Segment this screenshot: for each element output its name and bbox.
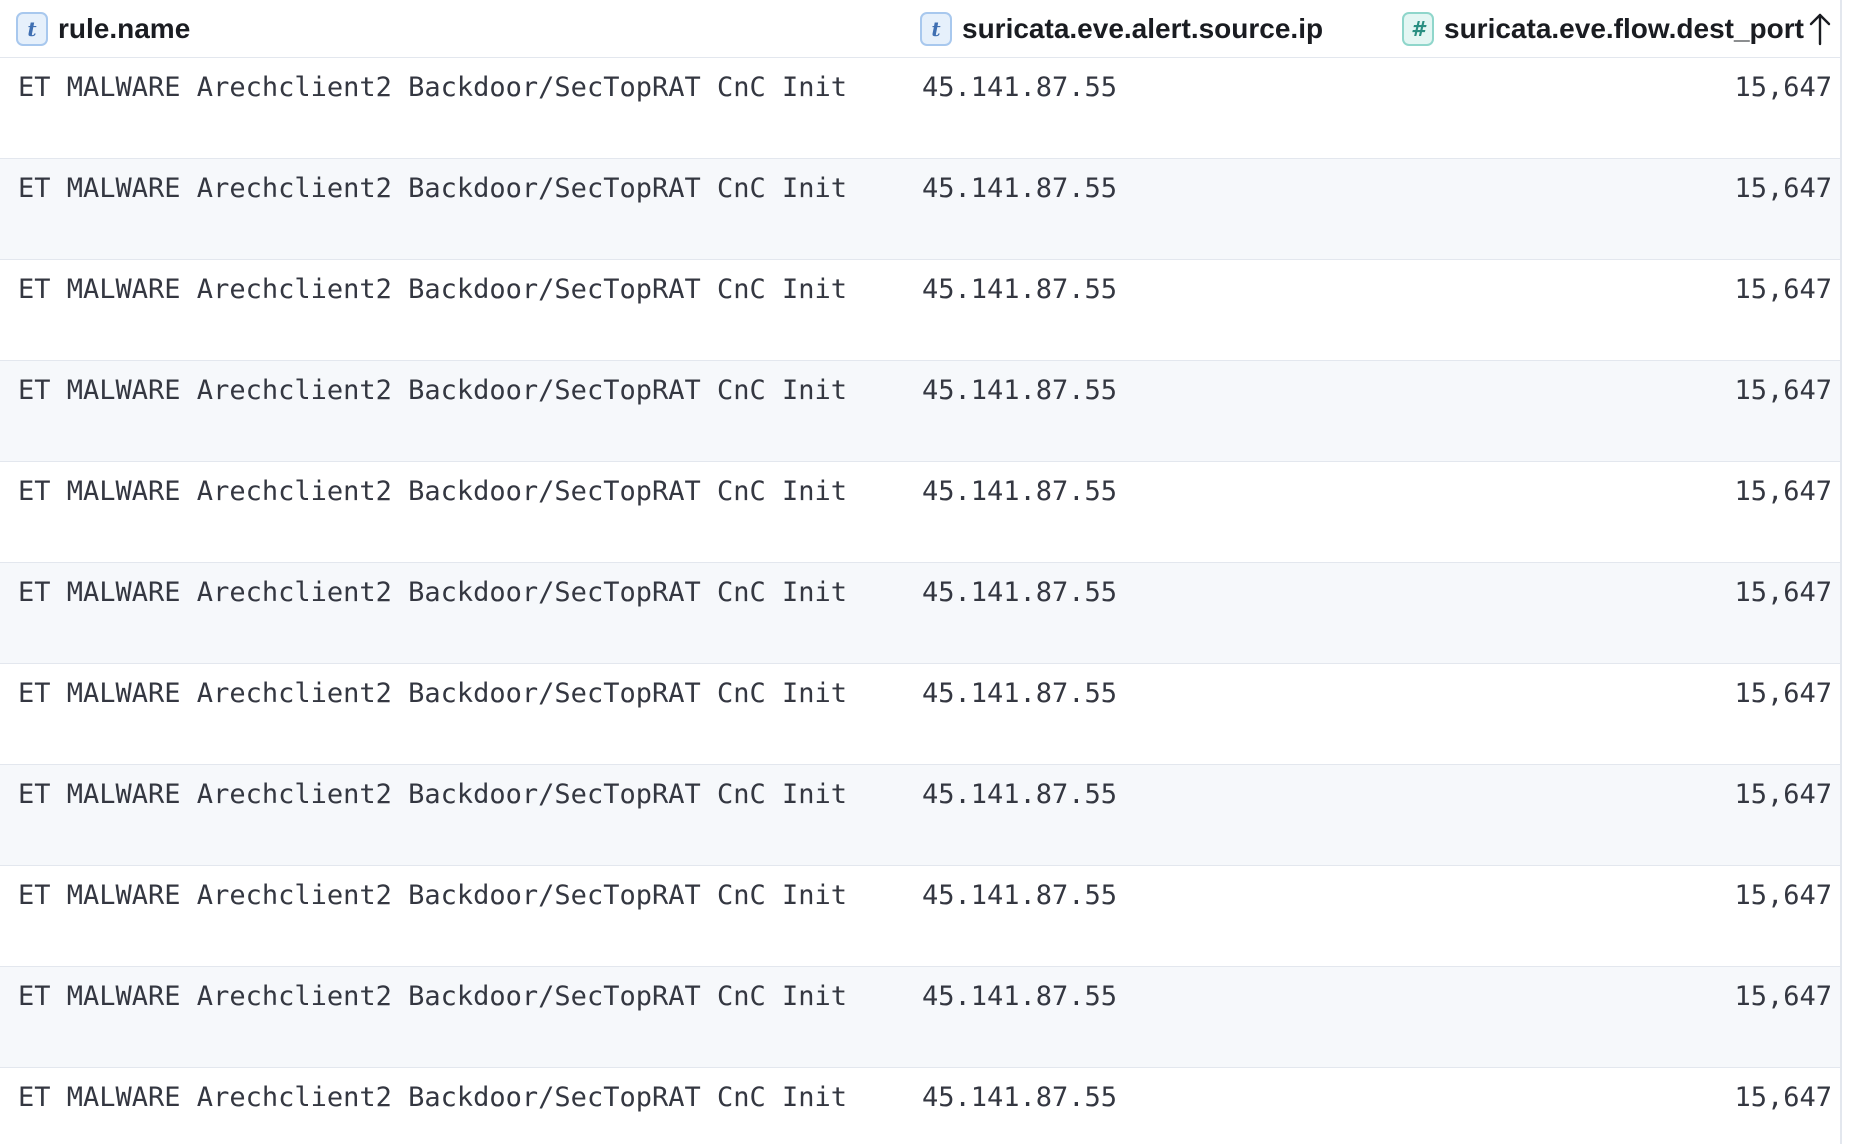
table-row[interactable]: ET MALWARE Arechclient2 Backdoor/SecTopR… <box>0 462 1840 563</box>
table-row[interactable]: ET MALWARE Arechclient2 Backdoor/SecTopR… <box>0 563 1840 664</box>
column-header-label: suricata.eve.alert.source.ip <box>962 13 1324 44</box>
cell-dest-port: 15,647 <box>1734 577 1832 608</box>
data-table: t rule.name t suricata.eve.alert.source.… <box>0 0 1842 1144</box>
cell-rule-name: ET MALWARE Arechclient2 Backdoor/SecTopR… <box>18 173 848 204</box>
cell-rule-name: ET MALWARE Arechclient2 Backdoor/SecTopR… <box>18 981 848 1012</box>
cell-rule-name: ET MALWARE Arechclient2 Backdoor/SecTopR… <box>18 678 848 709</box>
cell-source-ip: 45.141.87.55 <box>922 375 1118 406</box>
cell-source-ip: 45.141.87.55 <box>922 678 1118 709</box>
table-row[interactable]: ET MALWARE Arechclient2 Backdoor/SecTopR… <box>0 361 1840 462</box>
cell-source-ip: 45.141.87.55 <box>922 577 1118 608</box>
table-row[interactable]: ET MALWARE Arechclient2 Backdoor/SecTopR… <box>0 1068 1840 1144</box>
cell-dest-port: 15,647 <box>1734 981 1832 1012</box>
cell-dest-port: 15,647 <box>1734 678 1832 709</box>
cell-source-ip: 45.141.87.55 <box>922 880 1118 911</box>
table-row[interactable]: ET MALWARE Arechclient2 Backdoor/SecTopR… <box>0 967 1840 1068</box>
column-header-dest-port[interactable]: # suricata.eve.flow.dest_port <box>1402 0 1832 58</box>
column-header-label: suricata.eve.flow.dest_port <box>1444 13 1804 44</box>
cell-rule-name: ET MALWARE Arechclient2 Backdoor/SecTopR… <box>18 375 848 406</box>
cell-source-ip: 45.141.87.55 <box>922 72 1118 103</box>
cell-rule-name: ET MALWARE Arechclient2 Backdoor/SecTopR… <box>18 880 848 911</box>
table-body: ET MALWARE Arechclient2 Backdoor/SecTopR… <box>0 58 1840 1144</box>
table-row[interactable]: ET MALWARE Arechclient2 Backdoor/SecTopR… <box>0 58 1840 159</box>
cell-source-ip: 45.141.87.55 <box>922 173 1118 204</box>
cell-rule-name: ET MALWARE Arechclient2 Backdoor/SecTopR… <box>18 1082 848 1113</box>
table-row[interactable]: ET MALWARE Arechclient2 Backdoor/SecTopR… <box>0 866 1840 967</box>
cell-source-ip: 45.141.87.55 <box>922 1082 1118 1113</box>
table-row[interactable]: ET MALWARE Arechclient2 Backdoor/SecTopR… <box>0 664 1840 765</box>
table-row[interactable]: ET MALWARE Arechclient2 Backdoor/SecTopR… <box>0 159 1840 260</box>
column-header-label: rule.name <box>58 13 191 44</box>
cell-dest-port: 15,647 <box>1734 375 1832 406</box>
cell-dest-port: 15,647 <box>1734 1082 1832 1113</box>
text-type-icon: t <box>16 12 48 46</box>
cell-rule-name: ET MALWARE Arechclient2 Backdoor/SecTopR… <box>18 476 848 507</box>
cell-source-ip: 45.141.87.55 <box>922 779 1118 810</box>
cell-rule-name: ET MALWARE Arechclient2 Backdoor/SecTopR… <box>18 72 848 103</box>
cell-dest-port: 15,647 <box>1734 779 1832 810</box>
cell-dest-port: 15,647 <box>1734 274 1832 305</box>
cell-dest-port: 15,647 <box>1734 476 1832 507</box>
cell-source-ip: 45.141.87.55 <box>922 476 1118 507</box>
column-header-rule-name[interactable]: t rule.name <box>16 0 190 58</box>
text-type-icon: t <box>920 12 952 46</box>
table-row[interactable]: ET MALWARE Arechclient2 Backdoor/SecTopR… <box>0 260 1840 361</box>
cell-source-ip: 45.141.87.55 <box>922 274 1118 305</box>
number-type-icon: # <box>1402 12 1434 46</box>
table-row[interactable]: ET MALWARE Arechclient2 Backdoor/SecTopR… <box>0 765 1840 866</box>
arrow-up-icon[interactable] <box>1808 11 1832 47</box>
cell-dest-port: 15,647 <box>1734 72 1832 103</box>
cell-dest-port: 15,647 <box>1734 173 1832 204</box>
cell-dest-port: 15,647 <box>1734 880 1832 911</box>
cell-rule-name: ET MALWARE Arechclient2 Backdoor/SecTopR… <box>18 577 848 608</box>
cell-rule-name: ET MALWARE Arechclient2 Backdoor/SecTopR… <box>18 274 848 305</box>
cell-source-ip: 45.141.87.55 <box>922 981 1118 1012</box>
column-header-source-ip[interactable]: t suricata.eve.alert.source.ip <box>920 0 1323 58</box>
cell-rule-name: ET MALWARE Arechclient2 Backdoor/SecTopR… <box>18 779 848 810</box>
table-header: t rule.name t suricata.eve.alert.source.… <box>0 0 1840 58</box>
